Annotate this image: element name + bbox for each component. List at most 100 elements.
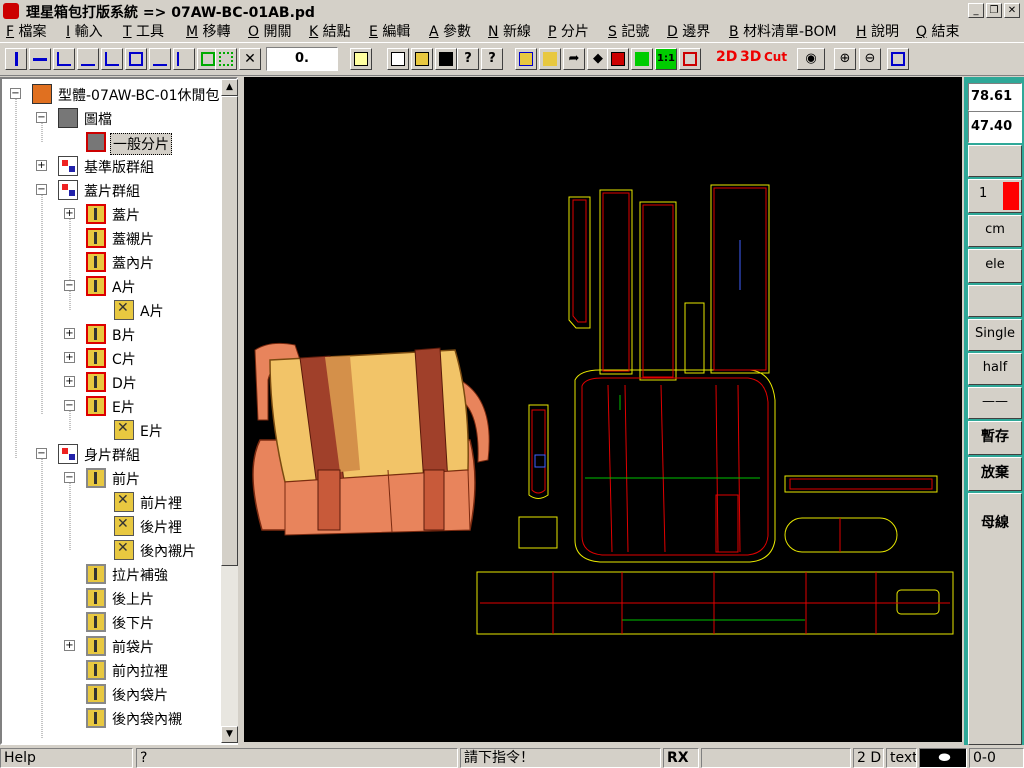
expand-icon[interactable]: +	[64, 640, 75, 651]
piece-icon	[86, 636, 106, 656]
group-icon	[58, 444, 78, 464]
mother-line-button[interactable]: 母線	[968, 493, 1022, 745]
yellow-fill-icon[interactable]	[515, 48, 537, 70]
piece-icon	[86, 684, 106, 704]
expand-icon[interactable]: +	[64, 376, 75, 387]
blank-cell[interactable]	[968, 145, 1022, 177]
shape-icon[interactable]	[539, 48, 561, 70]
fork-tool[interactable]	[173, 48, 195, 70]
scroll-down-icon[interactable]: ▼	[221, 726, 238, 743]
horizontal-line-tool[interactable]	[29, 48, 51, 70]
collapse-icon[interactable]: −	[10, 88, 21, 99]
expand-icon[interactable]: +	[64, 208, 75, 219]
sub-piece-icon	[114, 540, 134, 560]
node-tool[interactable]	[101, 48, 123, 70]
status-rx[interactable]: RX	[663, 748, 699, 768]
expand-icon[interactable]: +	[64, 352, 75, 363]
menu-input[interactable]: I 輸入	[66, 22, 103, 42]
element-mode-button[interactable]: ele	[968, 249, 1022, 283]
menu-new-line[interactable]: N 新線	[488, 22, 531, 42]
sub-piece-icon	[114, 492, 134, 512]
bag-3d-preview	[252, 340, 490, 540]
back-arrow-icon[interactable]: ◆	[587, 48, 609, 70]
triangle-tool[interactable]	[125, 48, 147, 70]
note-icon[interactable]	[350, 48, 372, 70]
zoom-out-icon[interactable]: ⊖	[859, 48, 881, 70]
menu-bar: F 檔案 I 輸入 T 工具 M 移轉 O 開關 K 結點 E 編輯 A 參數 …	[0, 22, 1024, 42]
mode-cut-button[interactable]: Cut	[764, 46, 787, 68]
pattern-tree[interactable]: − 型體-07AW-BC-01休閒包 − 圖檔 一般分片 + 基準版群組 − 蓋…	[0, 77, 238, 745]
expand-icon[interactable]: +	[64, 328, 75, 339]
piece-icon	[86, 276, 106, 296]
menu-marks[interactable]: S 記號	[608, 22, 649, 42]
mode-2d-button[interactable]: 2D	[716, 46, 737, 68]
menu-file[interactable]: F 檔案	[6, 22, 47, 42]
collapse-icon[interactable]: −	[36, 112, 47, 123]
scroll-up-icon[interactable]: ▲	[221, 79, 238, 96]
new-file-icon[interactable]	[387, 48, 409, 70]
zoom-in-icon[interactable]: ⊕	[834, 48, 856, 70]
menu-split[interactable]: P 分片	[548, 22, 589, 42]
menu-nodes[interactable]: K 結點	[309, 22, 351, 42]
layer-selector[interactable]: 1	[968, 179, 1022, 213]
context-help-icon[interactable]: ?	[481, 48, 503, 70]
scale-1to1-icon[interactable]: 1:1	[655, 48, 677, 70]
right-panel: 78.61 47.40 1 cm ele Single half —— 暫存 放…	[964, 77, 1024, 745]
drawing-folder-icon	[58, 108, 78, 128]
menu-switch[interactable]: O 開關	[248, 22, 291, 42]
menu-params[interactable]: A 參數	[429, 22, 471, 42]
vertical-line-tool[interactable]	[5, 48, 27, 70]
window-zoom-icon[interactable]	[887, 48, 909, 70]
frame-icon[interactable]	[679, 48, 701, 70]
drawing-canvas[interactable]	[244, 77, 962, 742]
move-icon[interactable]	[631, 48, 653, 70]
help-icon[interactable]: ?	[457, 48, 479, 70]
offset-tool[interactable]	[149, 48, 171, 70]
piece-icon	[86, 228, 106, 248]
red-block-icon[interactable]	[607, 48, 629, 70]
restore-button[interactable]: ❐	[986, 3, 1002, 18]
menu-quit[interactable]: Q 結束	[916, 22, 959, 42]
cross-icon[interactable]: ✕	[239, 48, 261, 70]
piece-icon	[86, 372, 106, 392]
discard-button[interactable]: 放棄	[968, 457, 1022, 491]
minimize-button[interactable]: _	[968, 3, 984, 18]
menu-transfer[interactable]: M 移轉	[186, 22, 231, 42]
save-icon[interactable]	[435, 48, 457, 70]
x-coordinate-value: 78.61	[968, 83, 1022, 111]
single-button[interactable]: Single	[968, 319, 1022, 351]
line-style-button[interactable]: ——	[968, 387, 1022, 419]
blank-cell-2[interactable]	[968, 285, 1022, 317]
app-icon[interactable]	[3, 3, 19, 19]
view-eye-icon[interactable]: ◉	[797, 48, 825, 70]
collapse-icon[interactable]: −	[36, 184, 47, 195]
close-button[interactable]: ✕	[1004, 3, 1020, 18]
unit-button[interactable]: cm	[968, 215, 1022, 247]
piece-icon	[86, 132, 106, 152]
value-input[interactable]: 0.	[266, 47, 338, 71]
save-temp-button[interactable]: 暫存	[968, 421, 1022, 455]
collapse-icon[interactable]: −	[36, 448, 47, 459]
tree-scrollbar[interactable]: ▲ ▼	[221, 79, 238, 743]
piece-icon	[86, 564, 106, 584]
piece-icon	[86, 468, 106, 488]
menu-boundary[interactable]: D 邊界	[667, 22, 710, 42]
collapse-icon[interactable]: −	[64, 472, 75, 483]
angle-line-tool[interactable]	[53, 48, 75, 70]
collapse-icon[interactable]: −	[64, 400, 75, 411]
open-folder-icon[interactable]	[411, 48, 433, 70]
menu-bom[interactable]: B 材料清單-BOM	[729, 22, 837, 42]
pattern-pieces	[476, 184, 954, 635]
toolbar: ✕ 0. ? ? ➦ ◆ 1:1 2D 3D Cut ◉ ⊕ ⊖	[0, 42, 1024, 76]
mode-3d-button[interactable]: 3D	[740, 46, 761, 68]
expand-icon[interactable]: +	[36, 160, 47, 171]
half-button[interactable]: half	[968, 353, 1022, 385]
point-tool[interactable]	[77, 48, 99, 70]
menu-edit[interactable]: E 編輯	[369, 22, 410, 42]
grid-tool[interactable]	[215, 48, 237, 70]
scroll-thumb[interactable]	[221, 96, 238, 566]
forward-arrow-icon[interactable]: ➦	[563, 48, 585, 70]
collapse-icon[interactable]: −	[64, 280, 75, 291]
menu-help[interactable]: H 說明	[856, 22, 899, 42]
menu-tools[interactable]: T 工具	[123, 22, 164, 42]
